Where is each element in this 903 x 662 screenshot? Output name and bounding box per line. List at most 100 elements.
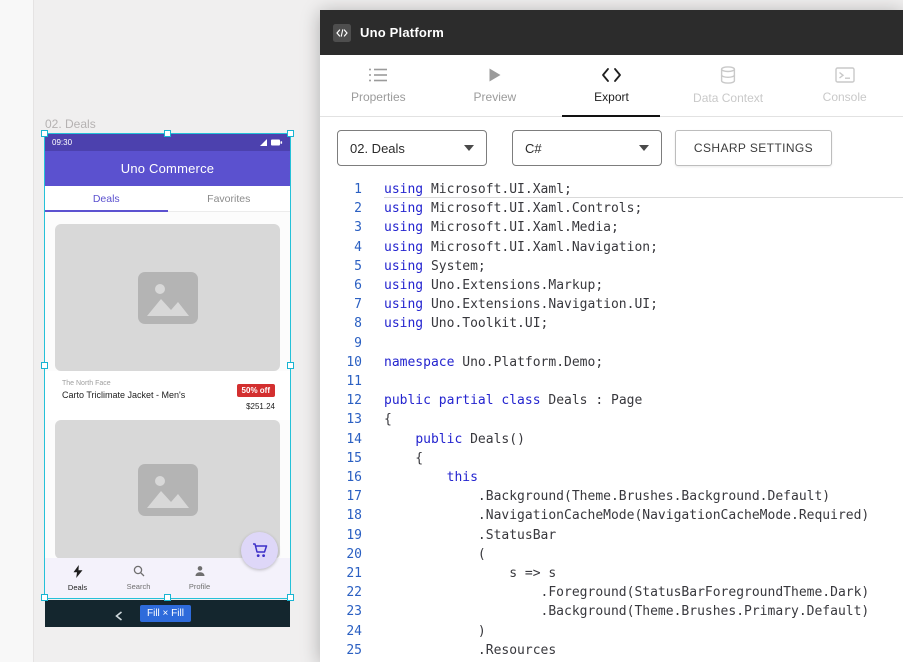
- selection-handle[interactable]: [41, 362, 48, 369]
- tab-preview[interactable]: Preview: [437, 55, 554, 116]
- tab-export[interactable]: Export: [553, 55, 670, 116]
- code-line: 11: [320, 372, 903, 391]
- canvas-left-gutter: [0, 0, 34, 662]
- bolt-icon: [73, 565, 83, 580]
- language-select[interactable]: C#: [512, 130, 662, 166]
- page-select[interactable]: 02. Deals: [337, 130, 487, 166]
- code-line: 3using Microsoft.UI.Xaml.Media;: [320, 218, 903, 237]
- status-time: 09:30: [52, 138, 72, 147]
- line-number: 21: [320, 564, 362, 583]
- product-info[interactable]: The North Face Carto Triclimate Jacket -…: [45, 371, 290, 420]
- tab-data-context: Data Context: [670, 55, 787, 116]
- code-divider: [384, 197, 903, 198]
- line-number: 6: [320, 276, 362, 295]
- code-line: 25 .Resources: [320, 641, 903, 660]
- code-lines: 1using Microsoft.UI.Xaml;2using Microsof…: [320, 180, 903, 662]
- selection-handle[interactable]: [41, 130, 48, 137]
- code-line: 20 (: [320, 545, 903, 564]
- code-line: 2using Microsoft.UI.Xaml.Controls;: [320, 199, 903, 218]
- status-icons: [259, 134, 283, 152]
- selection-handle[interactable]: [164, 594, 171, 601]
- selection-handle[interactable]: [287, 594, 294, 601]
- line-number: 3: [320, 218, 362, 237]
- code-line: 23 .Background(Theme.Brushes.Primary.Def…: [320, 602, 903, 621]
- code-line: 5using System;: [320, 257, 903, 276]
- selection-handle[interactable]: [164, 130, 171, 137]
- image-icon: [138, 272, 198, 324]
- database-icon: [720, 66, 736, 84]
- nav-item-deals[interactable]: Deals: [47, 558, 108, 598]
- product-brand: The North Face: [62, 380, 185, 387]
- caret-down-icon: [464, 145, 474, 151]
- code-line: 12public partial class Deals : Page: [320, 391, 903, 410]
- language-select-value: C#: [525, 141, 542, 156]
- code-line: 9: [320, 334, 903, 353]
- line-number: 7: [320, 295, 362, 314]
- line-number: 24: [320, 622, 362, 641]
- code-line: 10namespace Uno.Platform.Demo;: [320, 353, 903, 372]
- code-line: 22 .Foreground(StatusBarForegroundTheme.…: [320, 583, 903, 602]
- nav-label: Search: [127, 582, 151, 591]
- tab-label: Properties: [351, 90, 406, 104]
- code-line: 13{: [320, 410, 903, 429]
- image-icon: [138, 464, 198, 516]
- panel-header: Uno Platform: [320, 10, 903, 55]
- line-number: 12: [320, 391, 362, 410]
- console-icon: [835, 67, 855, 83]
- phone-artboard[interactable]: 09:30 Uno Commerce DealsFavorites The No…: [45, 134, 290, 598]
- product-image-placeholder[interactable]: [55, 224, 280, 371]
- phone-tab-deals[interactable]: Deals: [45, 186, 168, 211]
- signal-battery-icon: [259, 138, 283, 147]
- code-icon: [601, 67, 622, 83]
- line-number: 8: [320, 314, 362, 333]
- nav-item-profile[interactable]: Profile: [169, 558, 230, 598]
- code-editor[interactable]: 1using Microsoft.UI.Xaml;2using Microsof…: [320, 180, 903, 662]
- panel-tabs: Properties Preview Export Data Context Conso…: [320, 55, 903, 117]
- product-name: Carto Triclimate Jacket - Men's: [62, 390, 185, 400]
- selection-handle[interactable]: [287, 130, 294, 137]
- line-number: 9: [320, 334, 362, 353]
- line-number: 10: [320, 353, 362, 372]
- line-number: 18: [320, 506, 362, 525]
- code-line: 24 ): [320, 622, 903, 641]
- line-number: 5: [320, 257, 362, 276]
- tab-console: Console: [786, 55, 903, 116]
- app-bar: Uno Commerce: [45, 151, 290, 186]
- fill-size-button[interactable]: Fill × Fill: [140, 605, 191, 622]
- page-select-value: 02. Deals: [350, 141, 405, 156]
- discount-badge: 50% off: [237, 384, 275, 397]
- artboard-label[interactable]: 02. Deals: [45, 117, 96, 131]
- line-number: 15: [320, 449, 362, 468]
- line-number: 4: [320, 238, 362, 257]
- tab-label: Data Context: [693, 91, 763, 105]
- phone-tab-favorites[interactable]: Favorites: [168, 186, 291, 211]
- tab-properties[interactable]: Properties: [320, 55, 437, 116]
- code-line: 7using Uno.Extensions.Navigation.UI;: [320, 295, 903, 314]
- code-line: 18 .NavigationCacheMode(NavigationCacheM…: [320, 506, 903, 525]
- csharp-settings-button[interactable]: CSHARP SETTINGS: [675, 130, 832, 166]
- panel-title: Uno Platform: [360, 25, 444, 40]
- uno-platform-panel: Uno Platform Properties Preview Export Data…: [320, 10, 903, 662]
- line-number: 16: [320, 468, 362, 487]
- tab-label: Preview: [474, 90, 517, 104]
- line-number: 1: [320, 180, 362, 199]
- selection-handle[interactable]: [287, 362, 294, 369]
- designer-size-bar: Fill × Fill: [45, 600, 290, 627]
- code-line: 4using Microsoft.UI.Xaml.Navigation;: [320, 238, 903, 257]
- cart-fab[interactable]: [241, 532, 278, 569]
- line-number: 25: [320, 641, 362, 660]
- product-price: $251.24: [237, 402, 275, 411]
- code-line: 14 public Deals(): [320, 430, 903, 449]
- selection-handle[interactable]: [41, 594, 48, 601]
- tab-label: Console: [823, 90, 867, 104]
- person-icon: [194, 565, 206, 579]
- line-number: 2: [320, 199, 362, 218]
- phone-tab-bar: DealsFavorites: [45, 186, 290, 212]
- line-number: 14: [320, 430, 362, 449]
- chevron-left-icon[interactable]: [115, 608, 123, 626]
- nav-item-search[interactable]: Search: [108, 558, 169, 598]
- play-icon: [487, 67, 502, 83]
- line-number: 22: [320, 583, 362, 602]
- tab-label: Export: [594, 90, 629, 104]
- code-badge-icon: [333, 24, 351, 42]
